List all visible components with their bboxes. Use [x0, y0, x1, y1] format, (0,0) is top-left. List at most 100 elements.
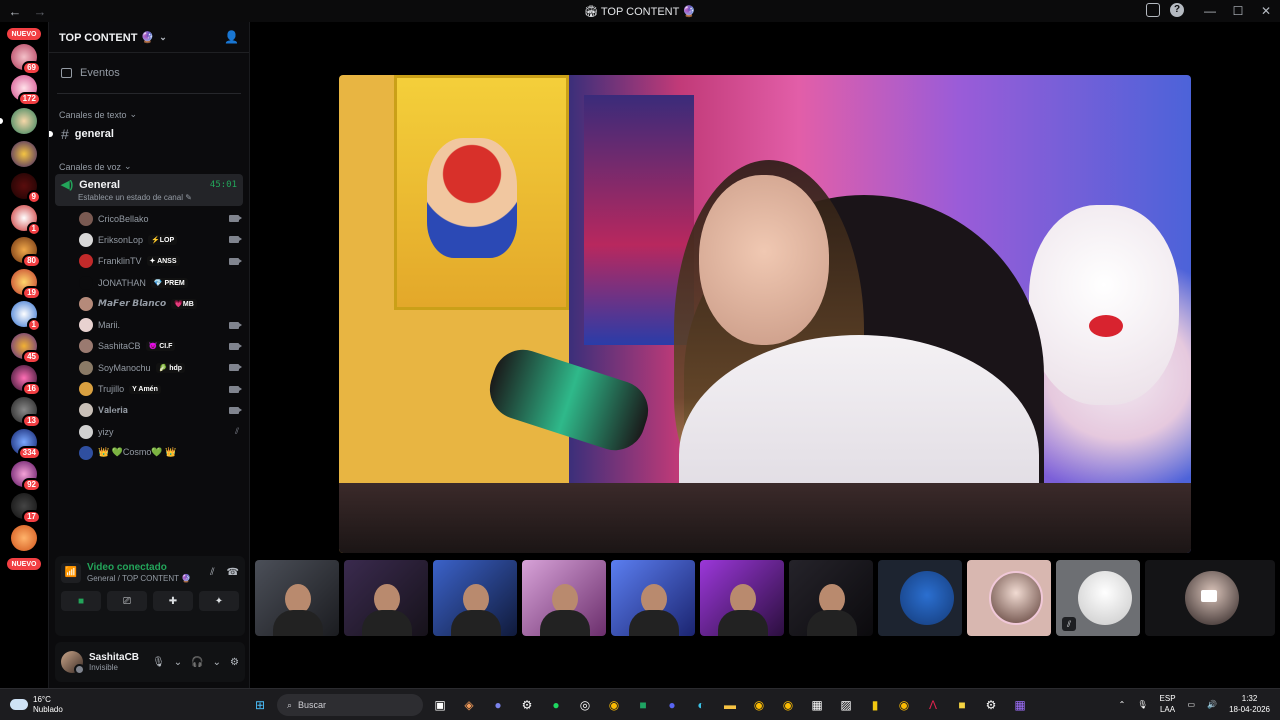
server-icon[interactable]: 17	[11, 493, 41, 524]
spotify-icon[interactable]: ●	[544, 693, 568, 717]
inbox-icon[interactable]	[1146, 3, 1160, 17]
help-icon[interactable]: ?	[1170, 3, 1184, 17]
voice-channel-general[interactable]: ◀) General 45:01 Establece un estado de …	[55, 174, 243, 206]
minimize-button[interactable]: —	[1196, 0, 1224, 22]
steam-icon[interactable]: ⚙	[979, 693, 1003, 717]
member-tag: 🥬 hdp	[155, 362, 186, 373]
grid-app-icon[interactable]: ▦	[1008, 693, 1032, 717]
disconnect-icon[interactable]: ☎	[227, 567, 239, 578]
soundboard-button[interactable]: ✦	[199, 591, 239, 611]
acrobat-icon[interactable]: Λ	[921, 693, 945, 717]
server-icon[interactable]: 172	[11, 75, 41, 106]
voice-status-subtitle[interactable]: General / TOP CONTENT 🔮	[87, 574, 191, 583]
server-icon[interactable]: 334	[11, 429, 41, 460]
forward-arrow-icon[interactable]: →	[30, 4, 50, 19]
server-icon[interactable]: 13	[11, 397, 41, 428]
voice-member[interactable]: 𝐕𝐚𝐥𝐞𝐫𝐢𝐚	[49, 400, 249, 421]
chrome-icon[interactable]: ◉	[747, 693, 771, 717]
participant-tile[interactable]	[1145, 560, 1275, 636]
obs-icon[interactable]: ◎	[573, 693, 597, 717]
back-arrow-icon[interactable]: ←	[0, 4, 30, 19]
set-channel-status[interactable]: Establece un estado de canal ✎	[78, 193, 237, 202]
edge-icon[interactable]: ◐	[689, 693, 713, 717]
participant-tile[interactable]	[789, 560, 873, 636]
chevron-down-icon[interactable]: ⌄	[174, 657, 182, 668]
teams-icon[interactable]: ●	[486, 693, 510, 717]
voice-member[interactable]: JONATHAN 💎 PREM	[49, 272, 249, 293]
headphones-icon[interactable]: 🎧	[191, 657, 203, 668]
chat-app-icon[interactable]: ■	[631, 693, 655, 717]
camera-button[interactable]: ■	[61, 591, 101, 611]
voice-member[interactable]: Trujillo Y Amén	[49, 378, 249, 399]
signal-icon[interactable]: 📶	[61, 562, 81, 583]
steam-icon[interactable]: ⚙	[515, 693, 539, 717]
server-icon[interactable]: 45	[11, 333, 41, 364]
voice-member[interactable]: 𝙈𝙖𝙁𝙚𝙧 𝘽𝙡𝙖𝙣𝙘𝙤 💗MB	[49, 293, 249, 314]
gear-icon[interactable]: ⚙	[230, 657, 239, 668]
chevron-down-icon[interactable]: ⌄	[213, 657, 221, 668]
focused-video[interactable]	[339, 75, 1191, 553]
server-icon[interactable]: 80	[11, 237, 41, 268]
activities-button[interactable]: ✚	[153, 591, 193, 611]
participant-tile[interactable]: ⫽	[1056, 560, 1140, 636]
participant-tile[interactable]	[433, 560, 517, 636]
maximize-button[interactable]: ☐	[1224, 0, 1252, 22]
sticky-notes-icon[interactable]: ■	[950, 693, 974, 717]
microphone-icon[interactable]: 🎙	[1137, 700, 1147, 709]
server-icon[interactable]	[11, 525, 37, 551]
close-button[interactable]: ✕	[1252, 0, 1280, 22]
category-voice[interactable]: Canales de voz ⌄	[49, 152, 249, 172]
voice-member[interactable]: Marii.	[49, 314, 249, 335]
task-view-icon[interactable]: ▣	[428, 693, 452, 717]
add-member-icon[interactable]: 👤	[224, 30, 239, 44]
events-item[interactable]: Eventos	[49, 53, 249, 93]
voice-member[interactable]: FranklinTV ✦ ANSS	[49, 251, 249, 272]
noise-suppression-icon[interactable]: ⫽	[210, 567, 214, 578]
file-explorer-icon[interactable]: ▬	[718, 693, 742, 717]
server-icon[interactable]: 9	[11, 173, 41, 204]
guild-header[interactable]: TOP CONTENT 🔮 ⌄ 👤	[49, 22, 249, 53]
clock[interactable]: 1:32 18-04-2026	[1229, 693, 1270, 715]
chrome-icon[interactable]: ◉	[602, 693, 626, 717]
avatar[interactable]	[61, 651, 85, 675]
channel-general[interactable]: # general	[49, 122, 243, 146]
screen-share-button[interactable]: ⎚	[107, 591, 147, 611]
server-icon[interactable]	[11, 141, 37, 167]
server-icon[interactable]	[11, 108, 37, 134]
voice-member[interactable]: SoyManochu 🥬 hdp	[49, 357, 249, 378]
voice-member[interactable]: CricoBellako	[49, 208, 249, 229]
chevron-up-icon[interactable]: ⌃	[1119, 700, 1126, 709]
server-icon[interactable]: 1	[11, 205, 41, 236]
participant-tile[interactable]	[967, 560, 1051, 636]
chrome-icon[interactable]: ◉	[892, 693, 916, 717]
voice-member[interactable]: SashitaCB 😈 CI.F	[49, 336, 249, 357]
participant-tile[interactable]	[611, 560, 695, 636]
chrome-icon[interactable]: ◉	[776, 693, 800, 717]
category-text[interactable]: Canales de texto ⌄	[49, 100, 249, 120]
network-icon[interactable]: ▭	[1188, 700, 1196, 709]
participant-tile[interactable]	[878, 560, 962, 636]
capture-icon[interactable]: ▨	[834, 693, 858, 717]
search-box[interactable]: ⌕ Buscar	[277, 694, 423, 716]
server-icon[interactable]: 1	[11, 301, 41, 332]
copilot-icon[interactable]: ◈	[457, 693, 481, 717]
server-icon[interactable]: 19	[11, 269, 41, 300]
voice-member[interactable]: yizy ⫽	[49, 421, 249, 442]
power-bi-icon[interactable]: ▮	[863, 693, 887, 717]
weather-widget[interactable]: 16°C Nublado	[0, 695, 200, 715]
discord-icon[interactable]: ●	[660, 693, 684, 717]
server-icon[interactable]: 92	[11, 461, 41, 492]
microphone-icon[interactable]: 🎙	[152, 657, 165, 668]
participant-tile[interactable]	[522, 560, 606, 636]
volume-icon[interactable]: 🔊	[1207, 700, 1217, 709]
language-indicator[interactable]: ESP LAA	[1160, 693, 1176, 715]
voice-member[interactable]: EriksonLop ⚡LOP	[49, 229, 249, 250]
participant-tile[interactable]	[255, 560, 339, 636]
server-icon[interactable]: 16	[11, 365, 41, 396]
voice-member[interactable]: 👑 💚Cosmo💚 👑	[49, 442, 249, 463]
calculator-icon[interactable]: ▦	[805, 693, 829, 717]
server-icon[interactable]: 69	[11, 44, 41, 75]
participant-tile[interactable]	[700, 560, 784, 636]
windows-start-icon[interactable]: ⊞	[248, 693, 272, 717]
participant-tile[interactable]	[344, 560, 428, 636]
